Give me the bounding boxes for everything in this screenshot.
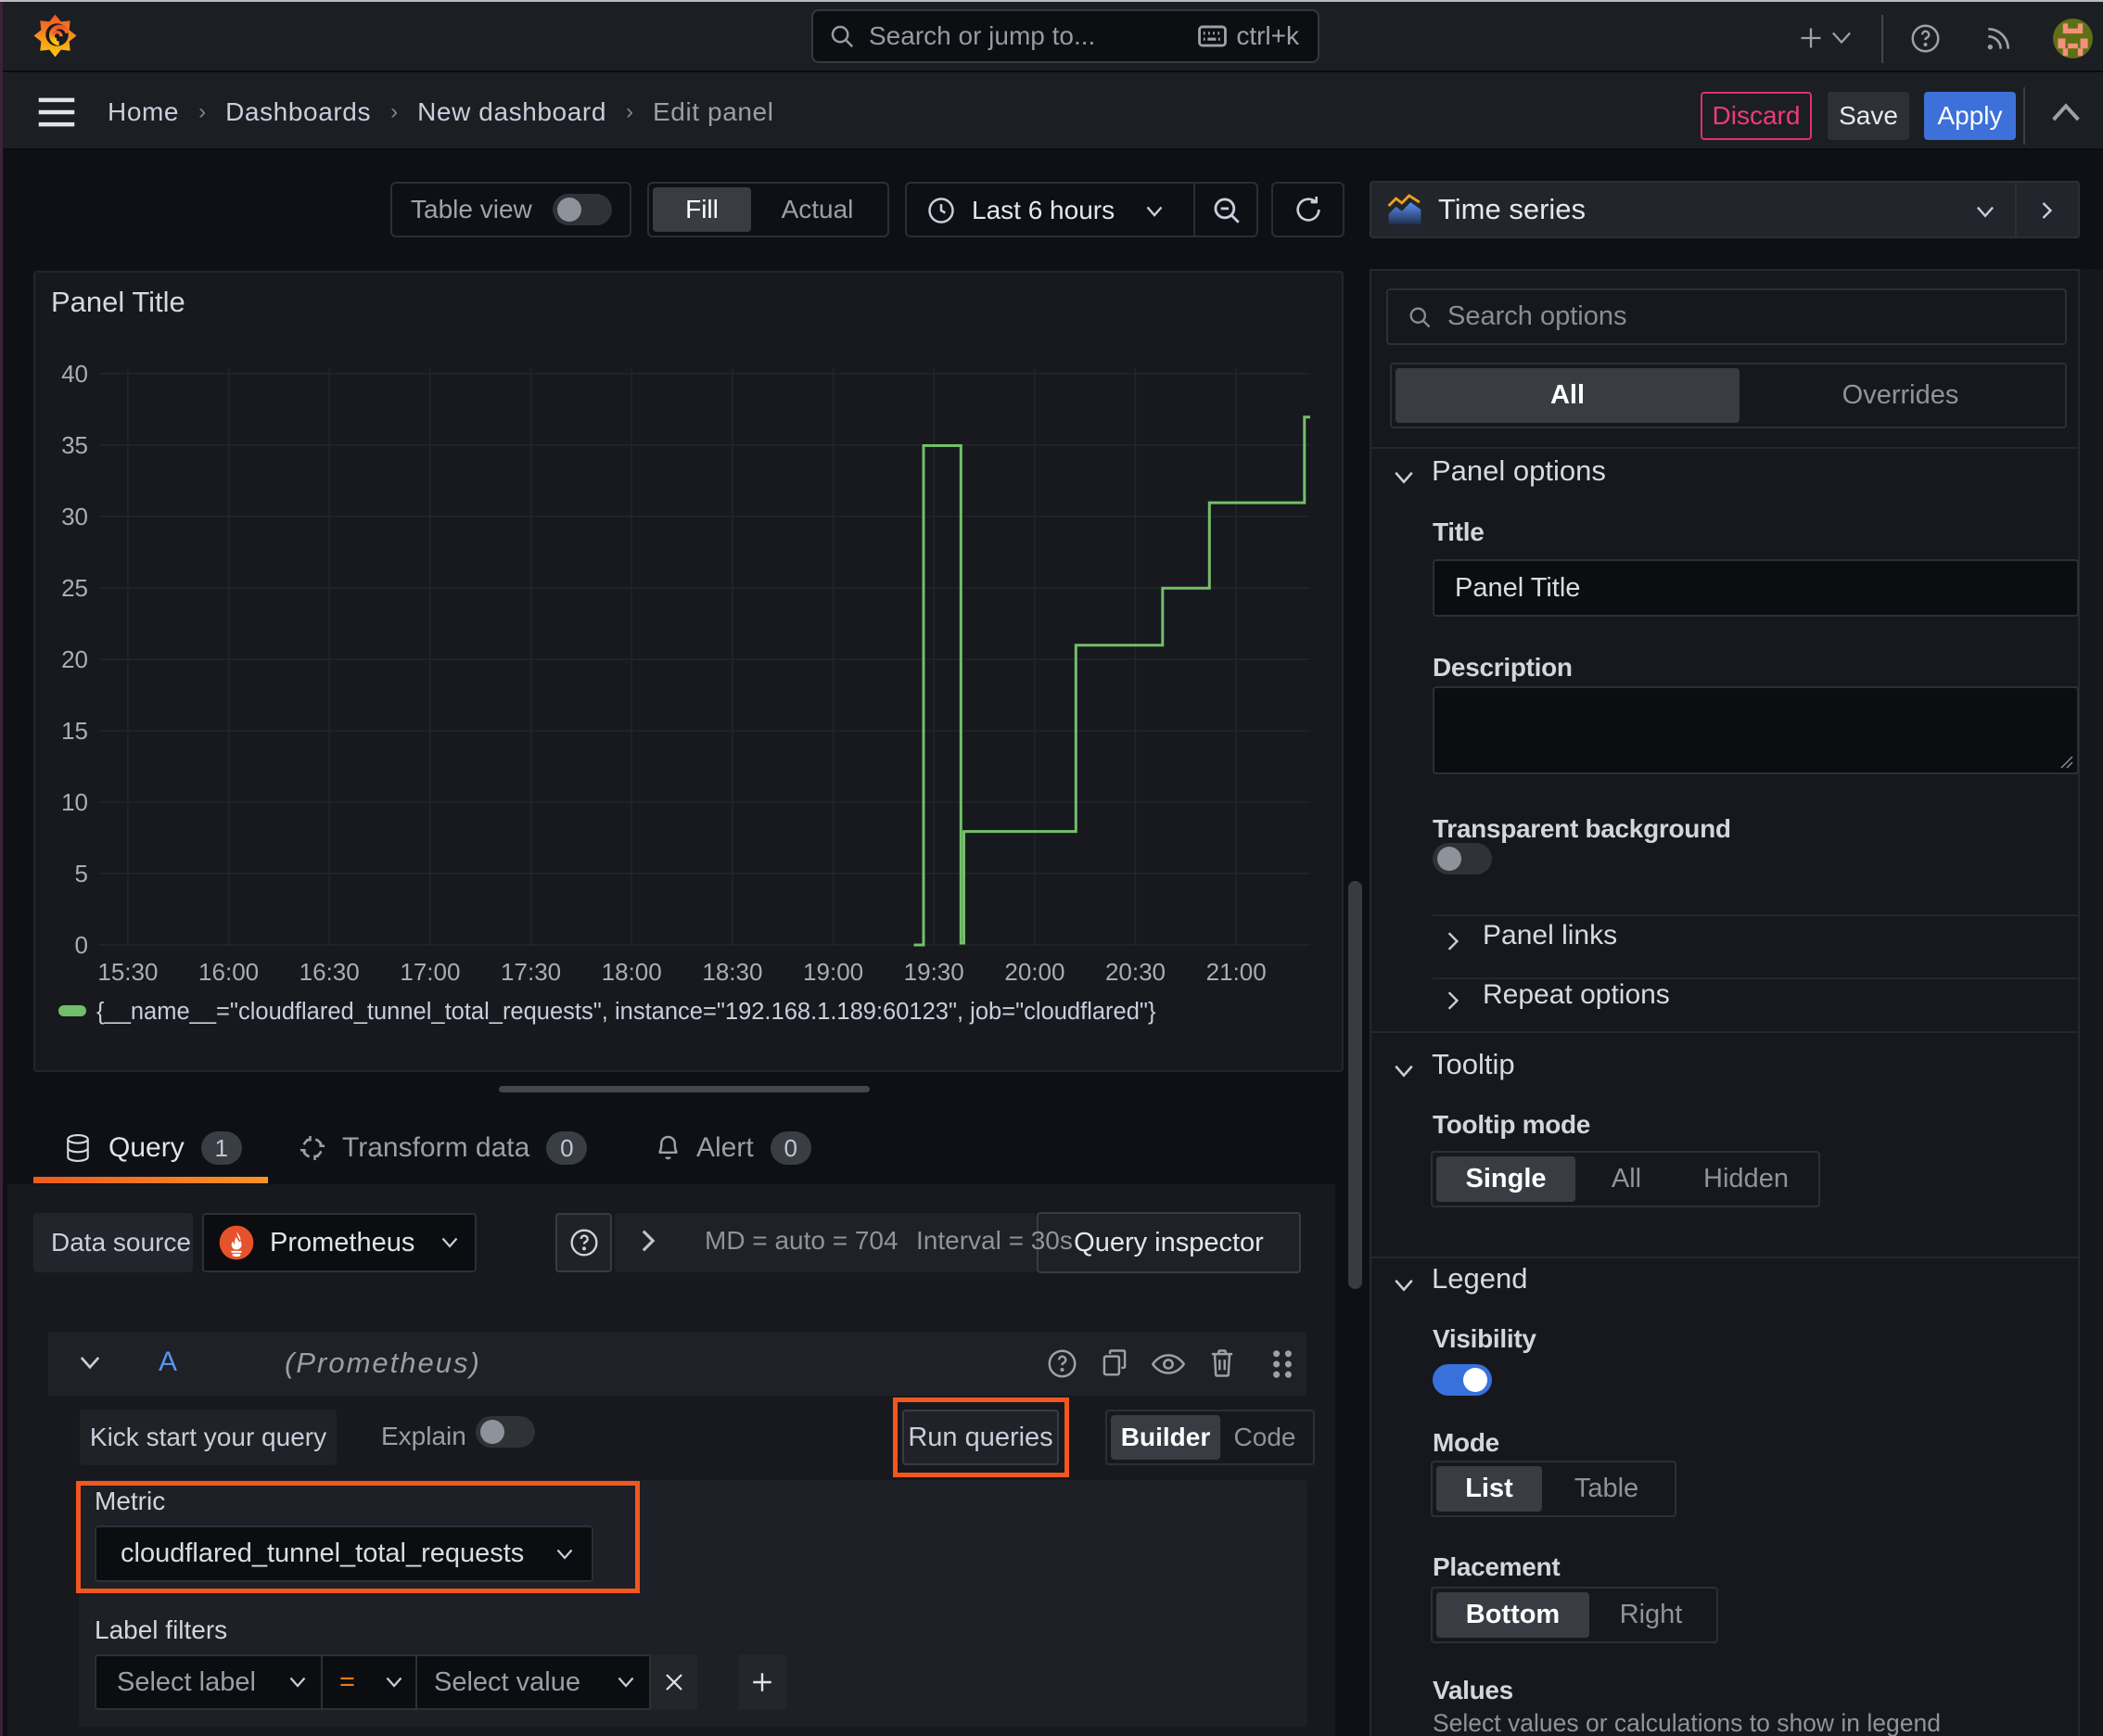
svg-text:30: 30 bbox=[61, 503, 88, 530]
svg-text:16:30: 16:30 bbox=[300, 958, 360, 986]
svg-text:20:30: 20:30 bbox=[1105, 958, 1166, 986]
svg-text:17:00: 17:00 bbox=[400, 958, 460, 986]
svg-text:{__name__="cloudflared_tunnel_: {__name__="cloudflared_tunnel_total_requ… bbox=[96, 999, 1156, 1025]
svg-text:35: 35 bbox=[61, 431, 88, 459]
svg-text:18:30: 18:30 bbox=[702, 958, 762, 986]
svg-text:0: 0 bbox=[75, 931, 88, 959]
svg-text:20:00: 20:00 bbox=[1004, 958, 1064, 986]
svg-text:19:00: 19:00 bbox=[803, 958, 863, 986]
svg-text:18:00: 18:00 bbox=[602, 958, 662, 986]
svg-text:20: 20 bbox=[61, 645, 88, 673]
svg-text:16:00: 16:00 bbox=[198, 958, 259, 986]
svg-text:10: 10 bbox=[61, 788, 88, 816]
svg-text:19:30: 19:30 bbox=[904, 958, 964, 986]
svg-text:15:30: 15:30 bbox=[97, 958, 158, 986]
svg-text:25: 25 bbox=[61, 574, 88, 602]
svg-text:15: 15 bbox=[61, 717, 88, 745]
svg-text:17:30: 17:30 bbox=[501, 958, 561, 986]
svg-text:5: 5 bbox=[75, 860, 88, 887]
svg-text:21:00: 21:00 bbox=[1206, 958, 1267, 986]
svg-text:40: 40 bbox=[61, 360, 88, 388]
